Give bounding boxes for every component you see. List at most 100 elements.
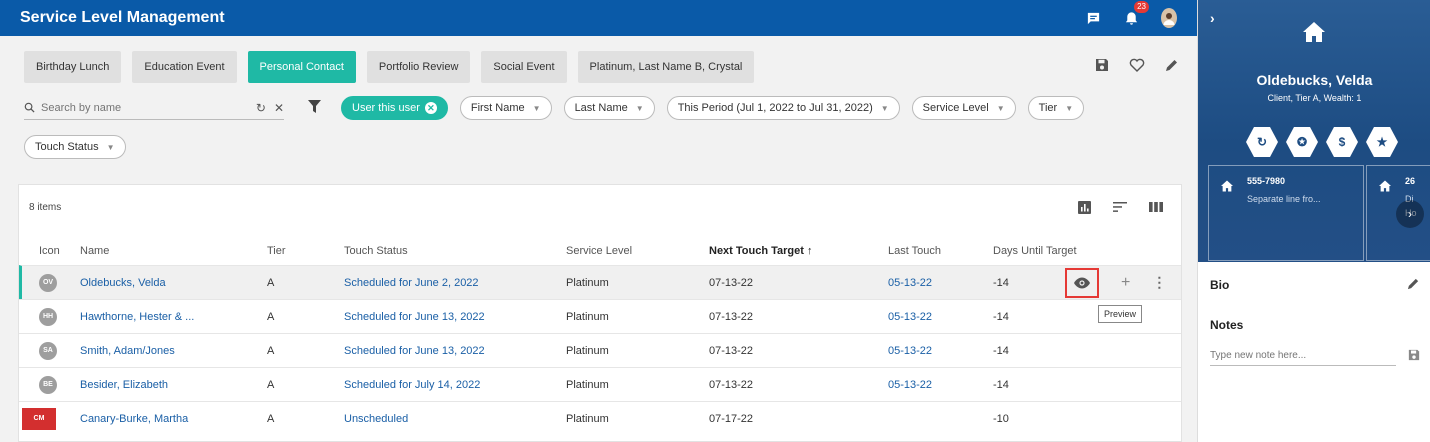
touch-status-link[interactable]: Scheduled for June 13, 2022 bbox=[344, 345, 485, 357]
table-row[interactable]: SA Smith, Adam/Jones A Scheduled for Jun… bbox=[19, 333, 1181, 367]
chevron-right-icon[interactable]: › bbox=[1210, 10, 1215, 26]
notifications-icon[interactable]: 23 bbox=[1123, 1, 1149, 26]
client-avatar: OV bbox=[39, 273, 57, 292]
sort-icon[interactable] bbox=[1113, 201, 1127, 217]
next-touch-cell: 07-17-22 bbox=[709, 412, 754, 425]
table-row[interactable]: CM Canary-Burke, Martha A Unscheduled Pl… bbox=[19, 401, 1181, 435]
user-filter-pill[interactable]: User this user ✕ bbox=[341, 96, 448, 120]
table-row[interactable]: BE Besider, Elizabeth A Scheduled for Ju… bbox=[19, 367, 1181, 401]
touch-status-link[interactable]: Scheduled for July 14, 2022 bbox=[344, 379, 480, 391]
save-icon[interactable] bbox=[1095, 58, 1109, 75]
service-level-cell: Platinum bbox=[566, 276, 609, 289]
filter-funnel-icon[interactable] bbox=[308, 100, 321, 116]
period-filter[interactable]: This Period (Jul 1, 2022 to Jul 31, 2022… bbox=[666, 96, 900, 120]
touch-status-link[interactable]: Unscheduled bbox=[344, 413, 408, 425]
main-content: Birthday Lunch Education Event Personal … bbox=[0, 36, 1197, 442]
chip-social-event[interactable]: Social Event bbox=[481, 51, 567, 83]
preview-button[interactable] bbox=[1065, 267, 1099, 298]
edit-pencil-icon[interactable] bbox=[1407, 277, 1420, 293]
last-name-filter[interactable]: Last Name ▼ bbox=[563, 96, 655, 120]
remove-filter-icon[interactable]: ✕ bbox=[424, 102, 437, 114]
touch-status-link[interactable]: Scheduled for June 13, 2022 bbox=[344, 311, 485, 323]
star-badge-icon[interactable]: ★ bbox=[1366, 127, 1398, 157]
star-circle-badge-icon[interactable]: ✪ bbox=[1286, 127, 1318, 157]
chevron-right-icon[interactable]: › bbox=[1396, 200, 1424, 228]
sync-badge-icon[interactable]: ↻ bbox=[1246, 127, 1278, 157]
chart-icon[interactable] bbox=[1078, 201, 1091, 217]
col-header-tier[interactable]: Tier bbox=[267, 245, 286, 257]
last-touch-link[interactable]: 05-13-22 bbox=[888, 311, 932, 323]
last-name-filter-label: Last Name bbox=[574, 102, 628, 114]
bio-heading: Bio bbox=[1210, 278, 1230, 292]
client-initials: SA bbox=[39, 341, 57, 360]
last-touch-link[interactable]: 05-13-22 bbox=[888, 379, 932, 391]
table-row[interactable]: OV Oldebucks, Velda A Scheduled for June… bbox=[19, 265, 1181, 299]
tier-filter-label: Tier bbox=[1038, 102, 1058, 114]
note-input[interactable] bbox=[1210, 346, 1396, 366]
grid-header: Icon Name Tier Touch Status Service Leve… bbox=[19, 237, 1181, 265]
col-header-touch-status[interactable]: Touch Status bbox=[344, 245, 408, 257]
chip-portfolio-review[interactable]: Portfolio Review bbox=[366, 51, 471, 83]
app-header: Service Level Management 23 bbox=[0, 0, 1197, 36]
touch-status-link[interactable]: Scheduled for June 2, 2022 bbox=[344, 277, 479, 289]
chevron-down-icon: ▼ bbox=[1065, 103, 1074, 113]
client-avatar: CM bbox=[22, 407, 56, 430]
client-name-link[interactable]: Besider, Elizabeth bbox=[80, 379, 168, 391]
eye-icon bbox=[1074, 277, 1090, 288]
chip-platinum-crystal[interactable]: Platinum, Last Name B, Crystal bbox=[577, 51, 755, 83]
col-header-service-level[interactable]: Service Level bbox=[566, 245, 632, 257]
columns-icon[interactable] bbox=[1149, 201, 1163, 217]
client-name: Oldebucks, Velda bbox=[1256, 72, 1373, 88]
tier-cell: A bbox=[267, 412, 275, 425]
event-type-chips: Birthday Lunch Education Event Personal … bbox=[24, 51, 755, 83]
search-input[interactable] bbox=[41, 101, 248, 114]
contact-card[interactable]: 555-7980 Separate line fro... bbox=[1208, 165, 1364, 261]
chip-personal-contact[interactable]: Personal Contact bbox=[247, 51, 356, 83]
days-until-cell: -14 bbox=[993, 310, 1009, 323]
col-header-days-until[interactable]: Days Until Target bbox=[993, 245, 1077, 257]
favorite-heart-icon[interactable] bbox=[1129, 58, 1145, 75]
chip-birthday-lunch[interactable]: Birthday Lunch bbox=[24, 51, 122, 83]
service-level-cell: Platinum bbox=[566, 412, 609, 425]
client-name-link[interactable]: Canary-Burke, Martha bbox=[80, 413, 188, 425]
more-vertical-icon[interactable]: ⋮ bbox=[1152, 274, 1166, 291]
next-touch-cell: 07-13-22 bbox=[709, 276, 754, 289]
col-header-icon[interactable]: Icon bbox=[39, 245, 60, 257]
col-header-last-touch[interactable]: Last Touch bbox=[888, 245, 941, 257]
service-level-filter-label: Service Level bbox=[922, 102, 989, 114]
view-actions bbox=[1095, 58, 1179, 75]
add-icon[interactable]: + bbox=[1121, 274, 1130, 292]
client-name-link[interactable]: Oldebucks, Velda bbox=[80, 277, 166, 289]
client-initials: CM bbox=[22, 407, 56, 430]
dollar-badge-icon[interactable]: $ bbox=[1326, 127, 1358, 157]
notes-heading: Notes bbox=[1210, 318, 1244, 332]
client-name-link[interactable]: Smith, Adam/Jones bbox=[80, 345, 175, 357]
last-touch-link[interactable]: 05-13-22 bbox=[888, 277, 932, 289]
service-level-cell: Platinum bbox=[566, 344, 609, 357]
refresh-icon[interactable]: ↻ bbox=[256, 101, 266, 115]
touch-status-filter[interactable]: Touch Status ▼ bbox=[24, 135, 126, 159]
search-icon bbox=[24, 102, 35, 113]
clear-search-icon[interactable]: ✕ bbox=[274, 101, 284, 115]
user-avatar[interactable] bbox=[1161, 8, 1177, 28]
save-icon[interactable] bbox=[1408, 349, 1420, 364]
client-name-link[interactable]: Hawthorne, Hester & ... bbox=[80, 311, 194, 323]
first-name-filter[interactable]: First Name ▼ bbox=[459, 96, 552, 120]
chevron-down-icon: ▼ bbox=[532, 103, 541, 113]
tier-filter[interactable]: Tier ▼ bbox=[1027, 96, 1085, 120]
period-filter-label: This Period (Jul 1, 2022 to Jul 31, 2022… bbox=[677, 102, 873, 114]
last-touch-link[interactable]: 05-13-22 bbox=[888, 345, 932, 357]
chip-education-event[interactable]: Education Event bbox=[132, 51, 237, 83]
table-row[interactable]: HH Hawthorne, Hester & ... A Scheduled f… bbox=[19, 299, 1181, 333]
client-avatar: HH bbox=[39, 307, 57, 326]
days-until-cell: -10 bbox=[993, 412, 1009, 425]
service-level-filter[interactable]: Service Level ▼ bbox=[911, 96, 1016, 120]
chevron-down-icon: ▼ bbox=[880, 103, 889, 113]
col-header-next-touch[interactable]: Next Touch Target ↑ bbox=[709, 245, 813, 257]
home-icon bbox=[1221, 180, 1233, 195]
chat-icon[interactable] bbox=[1085, 10, 1101, 26]
col-header-name[interactable]: Name bbox=[80, 245, 109, 257]
edit-pencil-icon[interactable] bbox=[1165, 58, 1179, 75]
client-detail-panel: › Oldebucks, Velda Client, Tier A, Wealt… bbox=[1197, 0, 1430, 442]
tier-cell: A bbox=[267, 310, 275, 323]
